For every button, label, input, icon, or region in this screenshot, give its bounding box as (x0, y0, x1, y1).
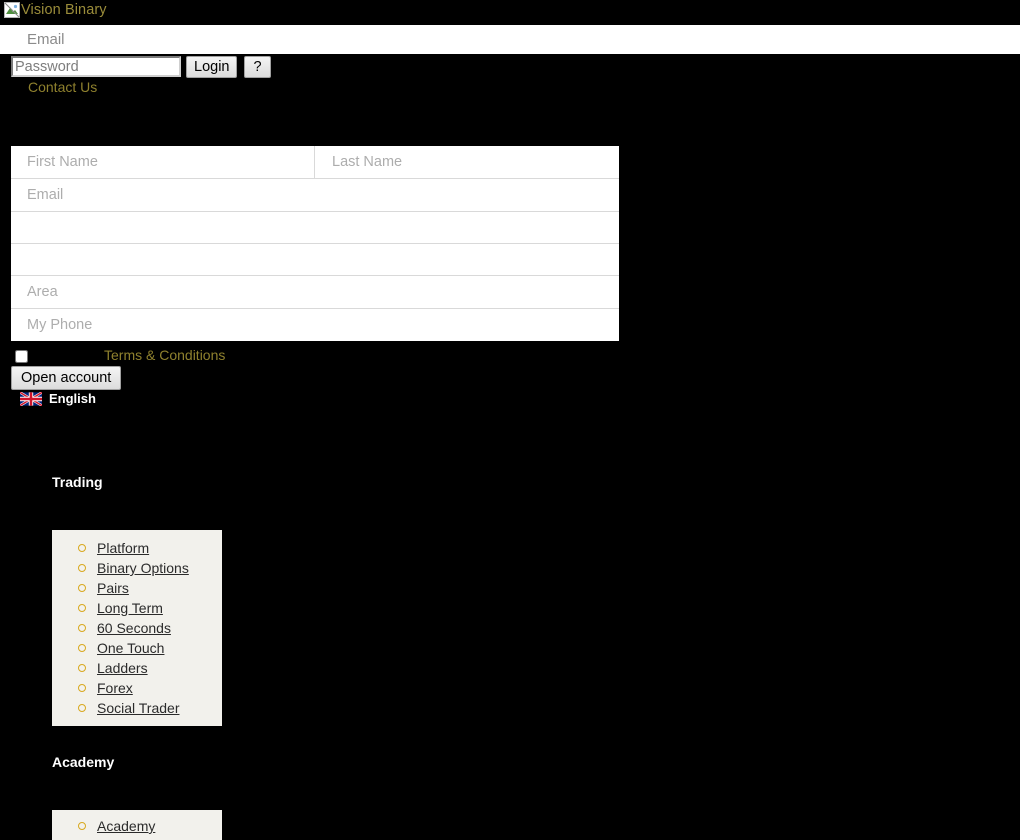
footer-heading-academy: Academy (52, 754, 115, 770)
list-item[interactable]: Forex (52, 678, 222, 698)
last-name-input[interactable] (314, 146, 619, 178)
login-email-input[interactable] (0, 25, 1020, 54)
bullet-icon (78, 584, 86, 592)
registration-email-input[interactable] (11, 179, 619, 211)
bullet-icon (78, 564, 86, 572)
list-item[interactable]: Asset Index (52, 836, 222, 840)
bullet-icon (78, 624, 86, 632)
footer-link[interactable]: Platform (97, 540, 149, 556)
help-button[interactable]: ? (244, 56, 271, 78)
first-name-input[interactable] (11, 146, 314, 178)
login-controls: Login ? (0, 55, 271, 79)
terms-checkbox[interactable] (15, 349, 28, 363)
currency-select[interactable] (22, 244, 619, 275)
area-row (11, 276, 619, 309)
list-item[interactable]: Ladders (52, 658, 222, 678)
bullet-icon (78, 822, 86, 830)
login-button[interactable]: Login (186, 56, 238, 78)
footer-list-trading: Platform Binary Options Pairs Long Term … (52, 538, 222, 718)
list-item[interactable]: Social Trader (52, 698, 222, 718)
country-select[interactable] (22, 212, 619, 243)
broken-image-icon (4, 2, 20, 18)
footer-list-academy: Academy Asset Index (52, 816, 222, 840)
footer-link[interactable]: Binary Options (97, 560, 189, 576)
list-item[interactable]: Binary Options (52, 558, 222, 578)
area-input[interactable] (11, 276, 619, 308)
terms-row (0, 346, 28, 366)
footer-panel-academy: Academy Asset Index (52, 810, 222, 840)
footer-link[interactable]: One Touch (97, 640, 164, 656)
list-item[interactable]: Long Term (52, 598, 222, 618)
country-row (11, 212, 619, 244)
footer-link[interactable]: 60 Seconds (97, 620, 171, 636)
footer-link[interactable]: Social Trader (97, 700, 179, 716)
list-item[interactable]: Pairs (52, 578, 222, 598)
footer-link[interactable]: Forex (97, 680, 133, 696)
broken-image-placeholder: Vision Binary (4, 2, 107, 18)
bullet-icon (78, 684, 86, 692)
footer-panel-trading: Platform Binary Options Pairs Long Term … (52, 530, 222, 726)
footer-link[interactable]: Pairs (97, 580, 129, 596)
bullet-icon (78, 644, 86, 652)
email-row (11, 179, 619, 212)
list-item[interactable]: Academy (52, 816, 222, 836)
site-logo[interactable]: Vision Binary (0, 0, 1020, 25)
footer-link[interactable]: Academy (97, 818, 155, 834)
list-item[interactable]: 60 Seconds (52, 618, 222, 638)
bullet-icon (78, 604, 86, 612)
bullet-icon (78, 544, 86, 552)
language-label: English (49, 391, 96, 406)
footer-link[interactable]: Long Term (97, 600, 163, 616)
registration-form (11, 146, 619, 341)
name-row (11, 146, 619, 179)
login-password-input[interactable] (11, 56, 181, 77)
list-item[interactable]: Platform (52, 538, 222, 558)
open-account-button[interactable]: Open account (11, 366, 122, 390)
bullet-icon (78, 664, 86, 672)
language-selector[interactable]: English (20, 391, 96, 406)
phone-input[interactable] (11, 309, 619, 341)
bullet-icon (78, 704, 86, 712)
logo-alt-text: Vision Binary (21, 1, 107, 18)
footer-link[interactable]: Ladders (97, 660, 148, 676)
footer-heading-trading: Trading (52, 474, 103, 490)
terms-and-conditions-link[interactable]: Terms & Conditions (104, 347, 225, 363)
list-item[interactable]: One Touch (52, 638, 222, 658)
currency-row (11, 244, 619, 276)
uk-flag-icon (20, 391, 42, 406)
contact-us-link[interactable]: Contact Us (28, 79, 97, 95)
phone-row (11, 309, 619, 341)
